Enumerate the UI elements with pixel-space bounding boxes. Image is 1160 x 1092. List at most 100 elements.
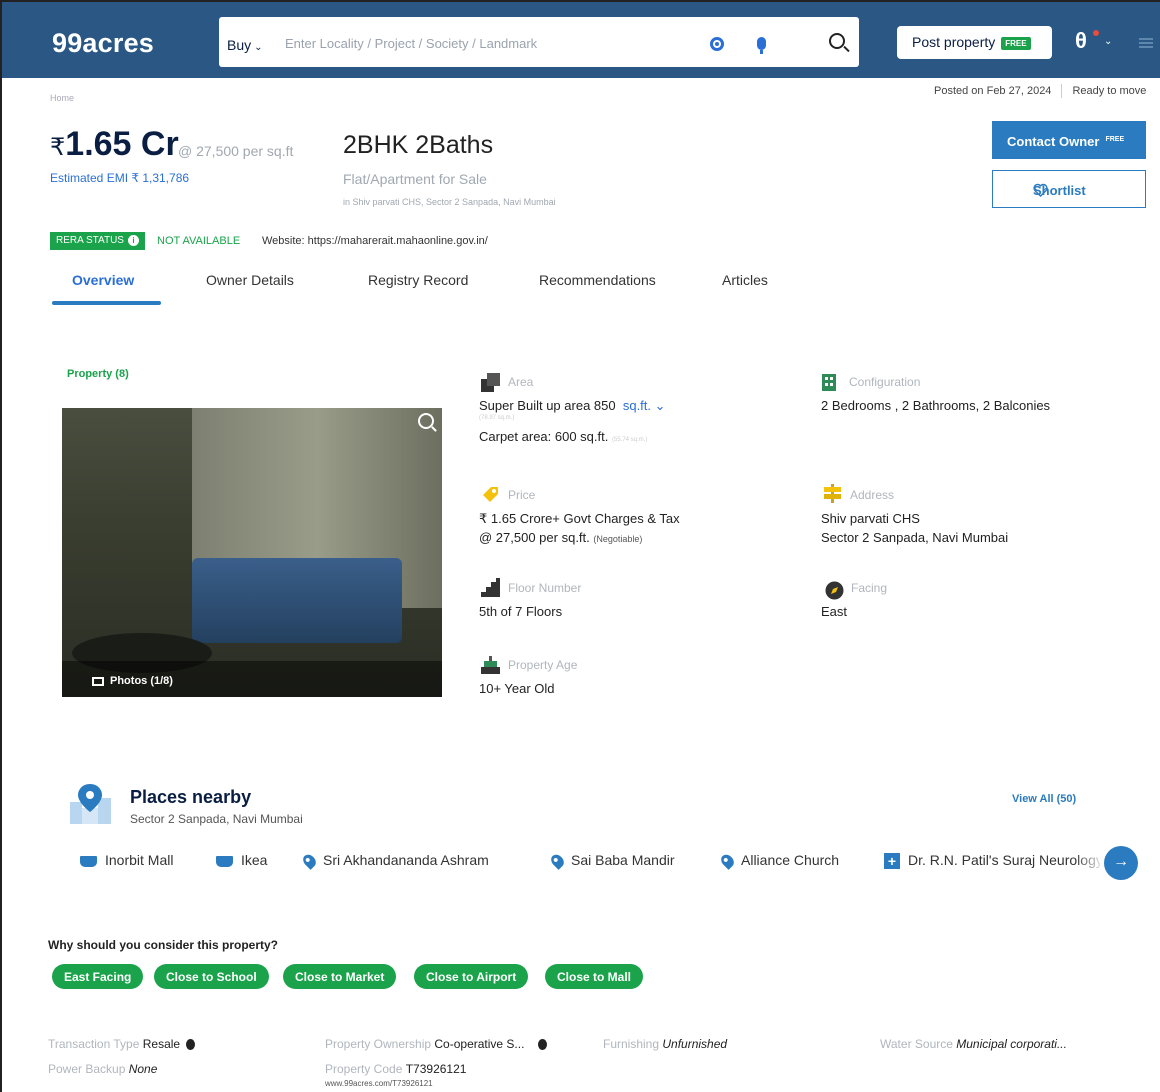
breadcrumb[interactable]: Home <box>50 93 74 103</box>
microphone-icon[interactable] <box>757 37 766 54</box>
locate-me-icon[interactable] <box>710 37 724 51</box>
search-bar: Buy ⌄ <box>219 17 859 67</box>
tab-registry-record[interactable]: Registry Record <box>368 272 468 288</box>
chevron-down-icon[interactable]: ⌄ <box>651 398 666 413</box>
shortlist-button[interactable]: Shortlist <box>992 170 1146 208</box>
place-item[interactable]: Alliance Church <box>718 852 839 871</box>
age-detail: 10+ Year Old <box>479 675 555 698</box>
price-tag-icon <box>483 487 498 502</box>
feature-chip: Close to Market <box>283 964 397 989</box>
chevron-down-icon: ⌄ <box>254 42 263 53</box>
area-label-text: Area <box>508 375 534 389</box>
site-logo[interactable]: 99acres <box>52 28 154 59</box>
listing-title: 2BHK 2Baths <box>343 131 494 159</box>
place-item[interactable]: + Dr. R.N. Patil's Suraj Neurology <box>884 852 1100 870</box>
free-badge: FREE <box>1105 135 1125 143</box>
rera-website[interactable]: Website: https://maharerait.mahaonline.g… <box>262 235 488 247</box>
post-property-label: Post property <box>912 34 996 50</box>
floor-stairs-icon <box>481 578 500 597</box>
tab-owner-details[interactable]: Owner Details <box>206 272 294 288</box>
furnishing-key: Furnishing <box>603 1037 660 1051</box>
place-name: Sai Baba Mandir <box>571 852 675 868</box>
property-code: Property Code T73926121 <box>325 1062 466 1076</box>
rera-status-badge[interactable]: RERA STATUS i <box>50 232 145 250</box>
active-tab-indicator <box>52 301 161 305</box>
floor-detail: 5th of 7 Floors <box>479 598 562 621</box>
tab-articles[interactable]: Articles <box>722 272 768 288</box>
carpet-area: Carpet area: 600 sq.ft. <box>479 429 609 444</box>
facing-label-text: Facing <box>851 581 888 595</box>
address-line-1: Shiv parvati CHS <box>821 511 920 526</box>
negotiable-label: (Negotiable) <box>593 534 643 544</box>
currency-symbol: ₹ <box>50 134 66 161</box>
place-item[interactable]: Inorbit Mall <box>80 852 173 868</box>
address-label: Address <box>850 488 894 502</box>
property-url[interactable]: www.99acres.com/T73926121 <box>325 1079 433 1088</box>
location-pin-icon <box>548 852 567 871</box>
shopping-bag-icon <box>80 855 97 867</box>
info-icon[interactable]: i <box>127 235 139 246</box>
power-backup-key: Power Backup <box>48 1062 126 1076</box>
search-mode-dropdown[interactable]: Buy ⌄ <box>227 37 263 53</box>
price-label: Price <box>508 488 535 502</box>
user-chevron-down-icon[interactable]: ⌄ <box>1104 36 1112 47</box>
listing-address: in Shiv parvati CHS, Sector 2 Sanpada, N… <box>343 197 556 207</box>
place-name: Ikea <box>241 852 268 868</box>
photos-count-label: Photos (1/8) <box>110 675 173 687</box>
photos-count[interactable]: Photos (1/8) <box>92 675 173 687</box>
ownership-key: Property Ownership <box>325 1037 432 1051</box>
search-icon[interactable] <box>829 33 845 49</box>
property-photo[interactable]: Photos (1/8) <box>62 408 442 697</box>
view-all-places-link[interactable]: View All (50) <box>1012 793 1076 805</box>
carousel-next-button[interactable]: → <box>1104 846 1138 880</box>
power-backup: Power Backup None <box>48 1062 157 1076</box>
place-item[interactable]: Sai Baba Mandir <box>548 852 675 871</box>
zoom-icon[interactable] <box>418 413 434 429</box>
water-source-value: Municipal corporati... <box>956 1037 1067 1051</box>
place-item[interactable]: Sri Akhandananda Ashram <box>300 852 489 871</box>
places-nearby-subtitle: Sector 2 Sanpada, Navi Mumbai <box>130 812 303 826</box>
transaction-type-value: Resale <box>142 1037 181 1051</box>
listing-price: ₹1.65 Cr <box>50 125 179 164</box>
place-name: Inorbit Mall <box>105 852 174 868</box>
super-built-up-area: Super Built up area 850 <box>479 398 616 413</box>
floor-value: 5th of 7 Floors <box>479 604 563 619</box>
hospital-cross-icon: + <box>884 853 900 870</box>
places-nearby-title: Places nearby <box>130 787 252 807</box>
feature-chip: Close to Mall <box>545 964 644 989</box>
places-map-pin-icon <box>70 784 111 824</box>
age-label-text: Property Age <box>508 658 578 672</box>
property-code-key: Property Code <box>325 1062 403 1076</box>
power-backup-value: None <box>128 1062 158 1076</box>
price-total: ₹ 1.65 Crore+ Govt Charges & Tax <box>479 511 680 526</box>
furnishing-value: Unfurnished <box>662 1037 728 1051</box>
property-age-icon <box>481 656 500 674</box>
configuration-label-text: Configuration <box>849 375 921 389</box>
location-pin-icon <box>718 852 737 871</box>
price-per-sqft: @ 27,500 per sq.ft <box>178 143 294 159</box>
search-input[interactable] <box>285 32 685 54</box>
area-unit-dropdown[interactable]: sq.ft. <box>623 398 651 413</box>
search-mode-label: Buy <box>227 37 252 53</box>
signpost-icon <box>824 484 841 503</box>
user-account-icon[interactable]: θ <box>1075 28 1087 54</box>
info-icon[interactable] <box>538 1039 548 1051</box>
area-icon <box>481 373 500 392</box>
address-detail: Shiv parvati CHS Sector 2 Sanpada, Navi M… <box>821 505 1008 547</box>
posted-info: Posted on Feb 27, 2024 Ready to move <box>934 84 1146 98</box>
notification-dot <box>1093 30 1099 36</box>
tab-recommendations[interactable]: Recommendations <box>539 272 656 288</box>
price-detail: ₹ 1.65 Crore+ Govt Charges & Tax @ 27,500… <box>479 505 680 549</box>
place-item[interactable]: Ikea <box>216 852 267 868</box>
facing-value: East <box>821 604 848 619</box>
tab-overview[interactable]: Overview <box>72 272 134 288</box>
info-icon[interactable] <box>186 1039 196 1051</box>
hamburger-menu-icon[interactable] <box>1139 38 1153 48</box>
contact-owner-button[interactable]: Contact Owner FREE <box>992 121 1146 159</box>
price-per-sqft-detail: @ 27,500 per sq.ft. <box>479 530 590 545</box>
post-property-button[interactable]: Post property FREE <box>897 26 1052 59</box>
configuration-label: Configuration <box>849 375 920 389</box>
photo-sofa <box>192 558 402 643</box>
estimated-emi-link[interactable]: Estimated EMI ₹ 1,31,786 <box>50 171 189 185</box>
transaction-type-key: Transaction Type <box>48 1037 140 1051</box>
